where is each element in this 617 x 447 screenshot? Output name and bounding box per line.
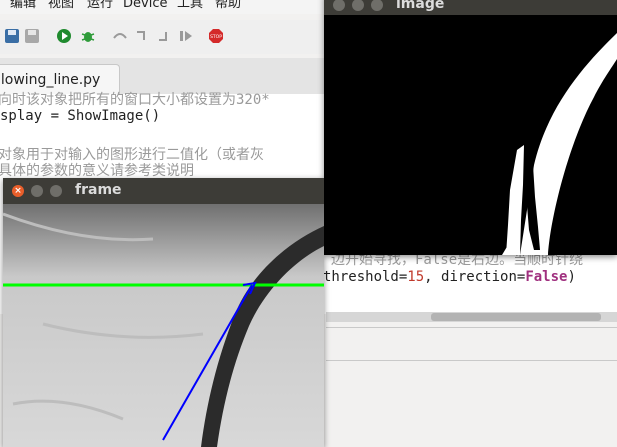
code-text: ) (567, 269, 576, 285)
binary-image (324, 15, 617, 255)
divider (326, 327, 617, 328)
code-line: threshold=15, direction=False) (323, 269, 576, 285)
maximize-icon[interactable] (50, 185, 62, 197)
frame-window-title: frame (75, 182, 122, 198)
image-window-title: image (396, 0, 445, 12)
camera-frame (3, 204, 324, 447)
step-into-icon[interactable] (134, 28, 150, 44)
minimize-icon[interactable] (352, 0, 364, 11)
menu-edit[interactable]: 编辑 (10, 0, 36, 10)
maximize-icon[interactable] (371, 0, 383, 11)
save-all-icon[interactable] (24, 28, 40, 44)
run-icon[interactable] (56, 28, 72, 44)
code-text: threshold= (323, 269, 408, 285)
resume-icon[interactable] (178, 28, 194, 44)
code-keyword: False (525, 269, 568, 285)
code-line: 具体的参数的意义请参考类说明 (0, 163, 194, 179)
image-window-titlebar[interactable]: image (324, 0, 617, 15)
svg-text:STOP: STOP (210, 34, 222, 40)
menu-run[interactable]: 运行 (87, 0, 113, 10)
stop-icon[interactable]: STOP (208, 28, 224, 44)
menu-bar: 编辑 视图 运行 Device 工具 帮助 (0, 0, 330, 14)
frame-window-titlebar[interactable]: × frame (3, 178, 324, 204)
menu-view[interactable]: 视图 (48, 0, 74, 10)
divider (326, 360, 617, 361)
menu-help[interactable]: 帮助 (215, 0, 241, 10)
menu-tools[interactable]: 工具 (177, 0, 203, 10)
debug-icon[interactable] (80, 28, 96, 44)
step-out-icon[interactable] (156, 28, 172, 44)
close-icon[interactable]: × (12, 185, 24, 197)
menu-device[interactable]: Device (123, 0, 167, 10)
save-icon[interactable] (4, 28, 20, 44)
image-window[interactable]: image (324, 0, 617, 255)
code-text: , direction= (424, 269, 526, 285)
scrollbar-thumb[interactable] (431, 313, 601, 321)
horizontal-scrollbar[interactable] (326, 312, 617, 322)
code-number: 15 (407, 269, 425, 285)
toolbar: STOP (0, 20, 330, 54)
code-line: 向时该对象把所有的窗口大小都设置为320* (0, 92, 270, 108)
close-icon[interactable] (333, 0, 345, 11)
frame-window[interactable]: × frame (3, 178, 324, 447)
step-over-icon[interactable] (112, 28, 128, 44)
minimize-icon[interactable] (31, 185, 43, 197)
code-line: splay = ShowImage() (0, 108, 161, 124)
